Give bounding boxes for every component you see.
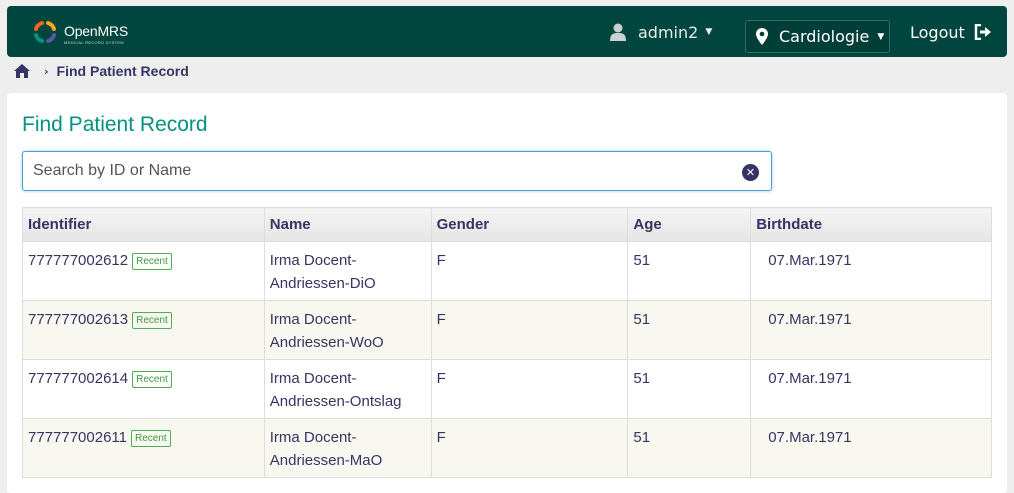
age-cell: 51 [627, 241, 752, 301]
birthdate-cell: 07.Mar.1971 [750, 241, 992, 301]
search-input[interactable] [33, 152, 733, 190]
openmrs-logo-icon [34, 21, 56, 43]
column-header-birthdate[interactable]: Birthdate [750, 207, 992, 242]
name-cell: Irma Docent-Andriessen-MaO [263, 418, 432, 478]
location-name: Cardiologie [779, 27, 870, 46]
identifier-cell: 777777002612 Recent [22, 241, 265, 301]
identifier-cell: 777777002611 Recent [22, 418, 265, 478]
column-header-name[interactable]: Name [263, 207, 432, 242]
recent-badge: Recent [131, 430, 171, 447]
table-row[interactable]: 777777002612 Recent Irma Docent-Andriesse… [22, 241, 992, 301]
recent-badge: Recent [132, 312, 172, 329]
age-cell: 51 [627, 418, 752, 478]
age-cell: 51 [627, 300, 752, 360]
logout-label: Logout [910, 22, 965, 42]
table-header-row: Identifier Name Gender Age Birthdate [22, 207, 992, 242]
logo-name: OpenMRS [64, 23, 128, 39]
recent-badge: Recent [132, 371, 172, 388]
birthdate-cell: 07.Mar.1971 [750, 418, 992, 478]
table-row[interactable]: 777777002614 Recent Irma Docent-Andriesse… [22, 359, 992, 419]
gender-cell: F [430, 418, 629, 478]
patient-results-table: Identifier Name Gender Age Birthdate 777… [22, 207, 992, 478]
user-menu[interactable]: admin2 ▼ [610, 20, 712, 44]
logout-button[interactable]: Logout [910, 20, 992, 44]
identifier-value: 777777002614 [28, 370, 129, 387]
identifier-value: 777777002612 [28, 252, 129, 269]
identifier-cell: 777777002613 Recent [22, 300, 265, 360]
column-header-gender[interactable]: Gender [430, 207, 629, 242]
search-box: ✕ [22, 151, 772, 191]
gender-cell: F [430, 359, 629, 419]
name-cell: Irma Docent-Andriessen-Ontslag [263, 359, 432, 419]
name-cell: Irma Docent-Andriessen-WoO [263, 300, 432, 360]
logo-tagline: MEDICAL RECORD SYSTEM [64, 40, 124, 45]
page-title: Find Patient Record [22, 113, 208, 136]
identifier-cell: 777777002614 Recent [22, 359, 265, 419]
table-row[interactable]: 777777002613 Recent Irma Docent-Andriesse… [22, 300, 992, 360]
column-header-age[interactable]: Age [627, 207, 752, 242]
user-icon [610, 23, 626, 41]
location-selector[interactable]: Cardiologie ▼ [745, 20, 890, 53]
breadcrumb-current: Find Patient Record [56, 63, 189, 79]
table-row[interactable]: 777777002611 Recent Irma Docent-Andriesse… [22, 418, 992, 478]
clear-search-icon[interactable]: ✕ [742, 164, 759, 181]
chevron-down-icon: ▼ [877, 31, 885, 42]
chevron-right-icon: › [44, 64, 49, 78]
identifier-value: 777777002611 [28, 429, 127, 446]
column-header-identifier[interactable]: Identifier [22, 207, 265, 242]
user-name: admin2 [638, 22, 699, 42]
birthdate-cell: 07.Mar.1971 [750, 359, 992, 419]
sign-out-icon [974, 24, 992, 40]
chevron-down-icon: ▼ [705, 27, 713, 37]
recent-badge: Recent [132, 253, 172, 270]
top-header: OpenMRS MEDICAL RECORD SYSTEM admin2 ▼ C… [7, 6, 1007, 57]
birthdate-cell: 07.Mar.1971 [750, 300, 992, 360]
gender-cell: F [430, 300, 629, 360]
openmrs-logo[interactable]: OpenMRS MEDICAL RECORD SYSTEM [32, 19, 144, 49]
home-icon[interactable] [14, 64, 30, 78]
gender-cell: F [430, 241, 629, 301]
identifier-value: 777777002613 [28, 311, 129, 328]
main-panel: Find Patient Record ✕ Identifier Name Ge… [7, 93, 1007, 493]
map-pin-icon [756, 28, 768, 45]
age-cell: 51 [627, 359, 752, 419]
breadcrumb: › Find Patient Record [14, 61, 189, 81]
name-cell: Irma Docent-Andriessen-DiO [263, 241, 432, 301]
